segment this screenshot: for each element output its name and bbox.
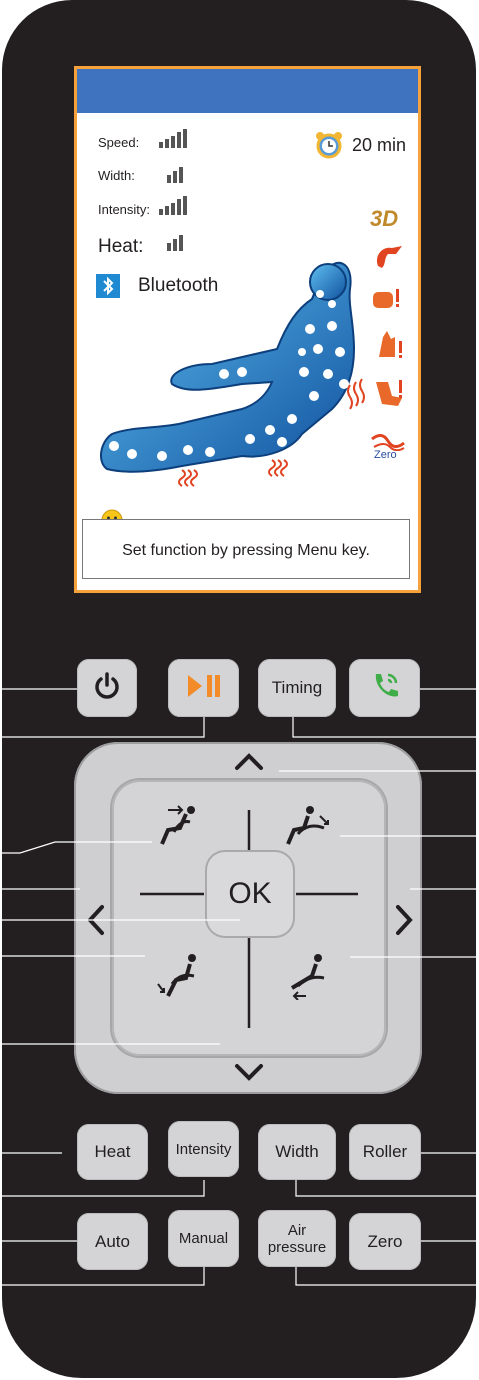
callout-leader-lines (0, 688, 479, 1286)
